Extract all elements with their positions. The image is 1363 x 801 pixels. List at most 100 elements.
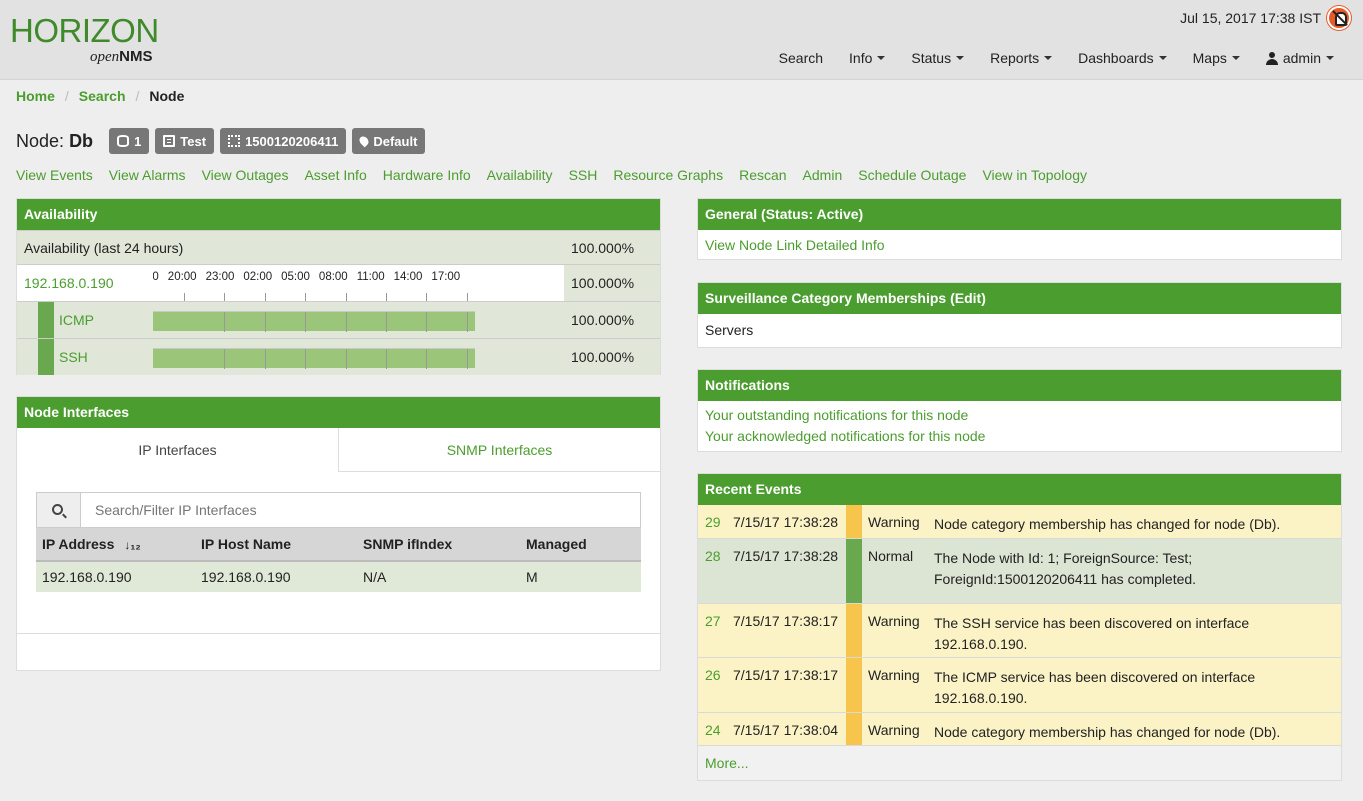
event-id-link[interactable]: 27: [705, 613, 721, 629]
view-outages-link[interactable]: View Outages: [202, 167, 289, 183]
timeline-label: 20:00: [167, 271, 197, 283]
schedule-outage-link[interactable]: Schedule Outage: [858, 167, 966, 183]
interface-ip-link[interactable]: 192.168.0.190: [17, 275, 114, 291]
node-id-badge: 1: [109, 128, 150, 154]
table-row[interactable]: 192.168.0.190 192.168.0.190 N/A M: [36, 561, 641, 592]
search-icon: [52, 503, 63, 515]
admin-link[interactable]: Admin: [803, 167, 843, 183]
logo-subtext: openNMS: [90, 48, 153, 65]
nav-label: Info: [849, 50, 873, 66]
event-time: 7/15/17 17:38:28: [733, 514, 839, 530]
main-nav: Search Info Status Reports Dashboards Ma…: [766, 50, 1347, 66]
asset-info-link[interactable]: Asset Info: [304, 167, 366, 183]
service-row-ssh: SSH 100.000%: [17, 338, 660, 375]
surveillance-title[interactable]: Surveillance Category Memberships (Edit): [698, 283, 1341, 314]
search-button[interactable]: [37, 493, 81, 527]
view-node-link-detailed-info[interactable]: View Node Link Detailed Info: [705, 237, 885, 253]
rescan-link[interactable]: Rescan: [739, 167, 786, 183]
nav-label: Reports: [990, 50, 1040, 66]
nav-search[interactable]: Search: [766, 50, 836, 66]
tab-snmp-interfaces[interactable]: SNMP Interfaces: [339, 428, 660, 472]
column-snmp-ifindex[interactable]: SNMP ifIndex: [357, 528, 520, 562]
sort-ascending-icon[interactable]: ↓₁₂: [124, 538, 140, 552]
node-interfaces-panel: Node Interfaces IP Interfaces SNMP Inter…: [16, 396, 661, 671]
nav-dashboards[interactable]: Dashboards: [1065, 50, 1180, 66]
event-severity: Normal: [868, 548, 914, 564]
availability-summary-label: Availability (last 24 hours): [24, 239, 184, 256]
nav-user[interactable]: admin: [1253, 50, 1347, 66]
timeline-label: 08:00: [318, 271, 348, 283]
event-id-link[interactable]: 28: [705, 548, 721, 564]
page-title: Node: Db 1 Test 1500120206411 Default: [16, 128, 426, 154]
service-row-icmp: ICMP 100.000%: [17, 301, 660, 338]
horizon-opennms-logo[interactable]: HORIZON openNMS: [10, 12, 170, 68]
event-time: 7/15/17 17:38:04: [733, 722, 839, 738]
breadcrumb-home[interactable]: Home: [16, 88, 55, 104]
more-events-link[interactable]: More...: [705, 755, 749, 771]
service-status-strip: [38, 302, 54, 338]
event-id-link[interactable]: 29: [705, 514, 721, 530]
availability-link[interactable]: Availability: [487, 167, 553, 183]
user-icon: [1265, 51, 1278, 65]
nav-maps[interactable]: Maps: [1180, 50, 1253, 66]
event-id-link[interactable]: 26: [705, 667, 721, 683]
timeline-label: 02:00: [243, 271, 273, 283]
availability-bar-ssh[interactable]: [153, 348, 475, 369]
acknowledged-notifications-link[interactable]: Your acknowledged notifications for this…: [705, 426, 1334, 447]
caret-down-icon: [877, 56, 886, 60]
view-in-topology-link[interactable]: View in Topology: [982, 167, 1087, 183]
service-status-strip: [38, 339, 54, 375]
node-label: Node: Db: [16, 130, 94, 151]
hardware-info-link[interactable]: Hardware Info: [383, 167, 471, 183]
timeline-labels: 00 20:00 23:00 02:00 05:00 08:00 11:00 14:00 17:…: [153, 271, 475, 283]
search-input[interactable]: [81, 493, 640, 527]
general-panel: General (Status: Active) View Node Link …: [697, 198, 1342, 260]
surveillance-panel: Surveillance Category Memberships (Edit)…: [697, 282, 1342, 348]
event-message: The ICMP service has been discovered on …: [934, 669, 1256, 706]
event-message: The Node with Id: 1; ForeignSource: Test…: [934, 550, 1197, 587]
nav-reports[interactable]: Reports: [977, 50, 1065, 66]
availability-summary-row: Availability (last 24 hours) 100.000%: [17, 230, 660, 264]
event-severity: Warning: [868, 613, 920, 629]
interface-tabs: IP Interfaces SNMP Interfaces: [17, 428, 660, 472]
interface-availability-pct: 100.000%: [564, 265, 660, 301]
caret-down-icon: [1326, 56, 1334, 60]
event-time: 7/15/17 17:38:17: [733, 667, 839, 683]
tab-ip-interfaces[interactable]: IP Interfaces: [17, 428, 339, 472]
availability-bar-icmp[interactable]: [153, 311, 475, 332]
severity-indicator: [846, 505, 862, 538]
nav-info[interactable]: Info: [836, 50, 898, 66]
availability-panel: Availability Availability (last 24 hours…: [16, 198, 661, 375]
recent-events-panel: Recent Events 29 7/15/17 17:38:28 Warnin…: [697, 473, 1342, 781]
cell-ip-address[interactable]: 192.168.0.190: [36, 561, 195, 592]
severity-indicator: [846, 658, 862, 712]
surveillance-category: Servers: [705, 322, 754, 338]
outstanding-notifications-link[interactable]: Your outstanding notifications for this …: [705, 405, 1334, 426]
nav-status[interactable]: Status: [898, 50, 977, 66]
breadcrumb-separator: /: [64, 88, 69, 104]
column-ip-address[interactable]: IP Address ↓₁₂: [36, 528, 195, 562]
breadcrumb-search[interactable]: Search: [79, 88, 126, 104]
ip-interfaces-table: IP Address ↓₁₂ IP Host Name SNMP ifIndex …: [36, 528, 641, 592]
breadcrumb: Home / Search / Node: [16, 88, 184, 104]
caret-down-icon: [1231, 56, 1240, 60]
availability-interface-row: 192.168.0.190 00 20:00 23:00 02:00 05:00 08:0…: [17, 264, 660, 301]
event-message: The SSH service has been discovered on i…: [934, 615, 1250, 652]
notifications-off-icon[interactable]: [1327, 6, 1351, 30]
view-alarms-link[interactable]: View Alarms: [109, 167, 186, 183]
resource-graphs-link[interactable]: Resource Graphs: [613, 167, 723, 183]
timeline-label: 11:00: [356, 271, 385, 283]
nav-label: Status: [911, 50, 952, 66]
column-managed[interactable]: Managed: [520, 528, 641, 562]
ssh-link[interactable]: SSH: [569, 167, 598, 183]
service-icmp-link[interactable]: ICMP: [17, 312, 94, 328]
timeline-label: 05:00: [281, 271, 310, 283]
column-ip-host-name[interactable]: IP Host Name: [195, 528, 357, 562]
event-id-link[interactable]: 24: [705, 722, 721, 738]
notifications-title: Notifications: [698, 370, 1341, 401]
caret-down-icon: [1044, 56, 1053, 60]
location-badge: Default: [352, 128, 426, 154]
view-events-link[interactable]: View Events: [16, 167, 93, 183]
event-message: Node category membership has changed for…: [934, 724, 1281, 740]
event-row: 27 7/15/17 17:38:17 Warning The SSH serv…: [698, 604, 1341, 658]
